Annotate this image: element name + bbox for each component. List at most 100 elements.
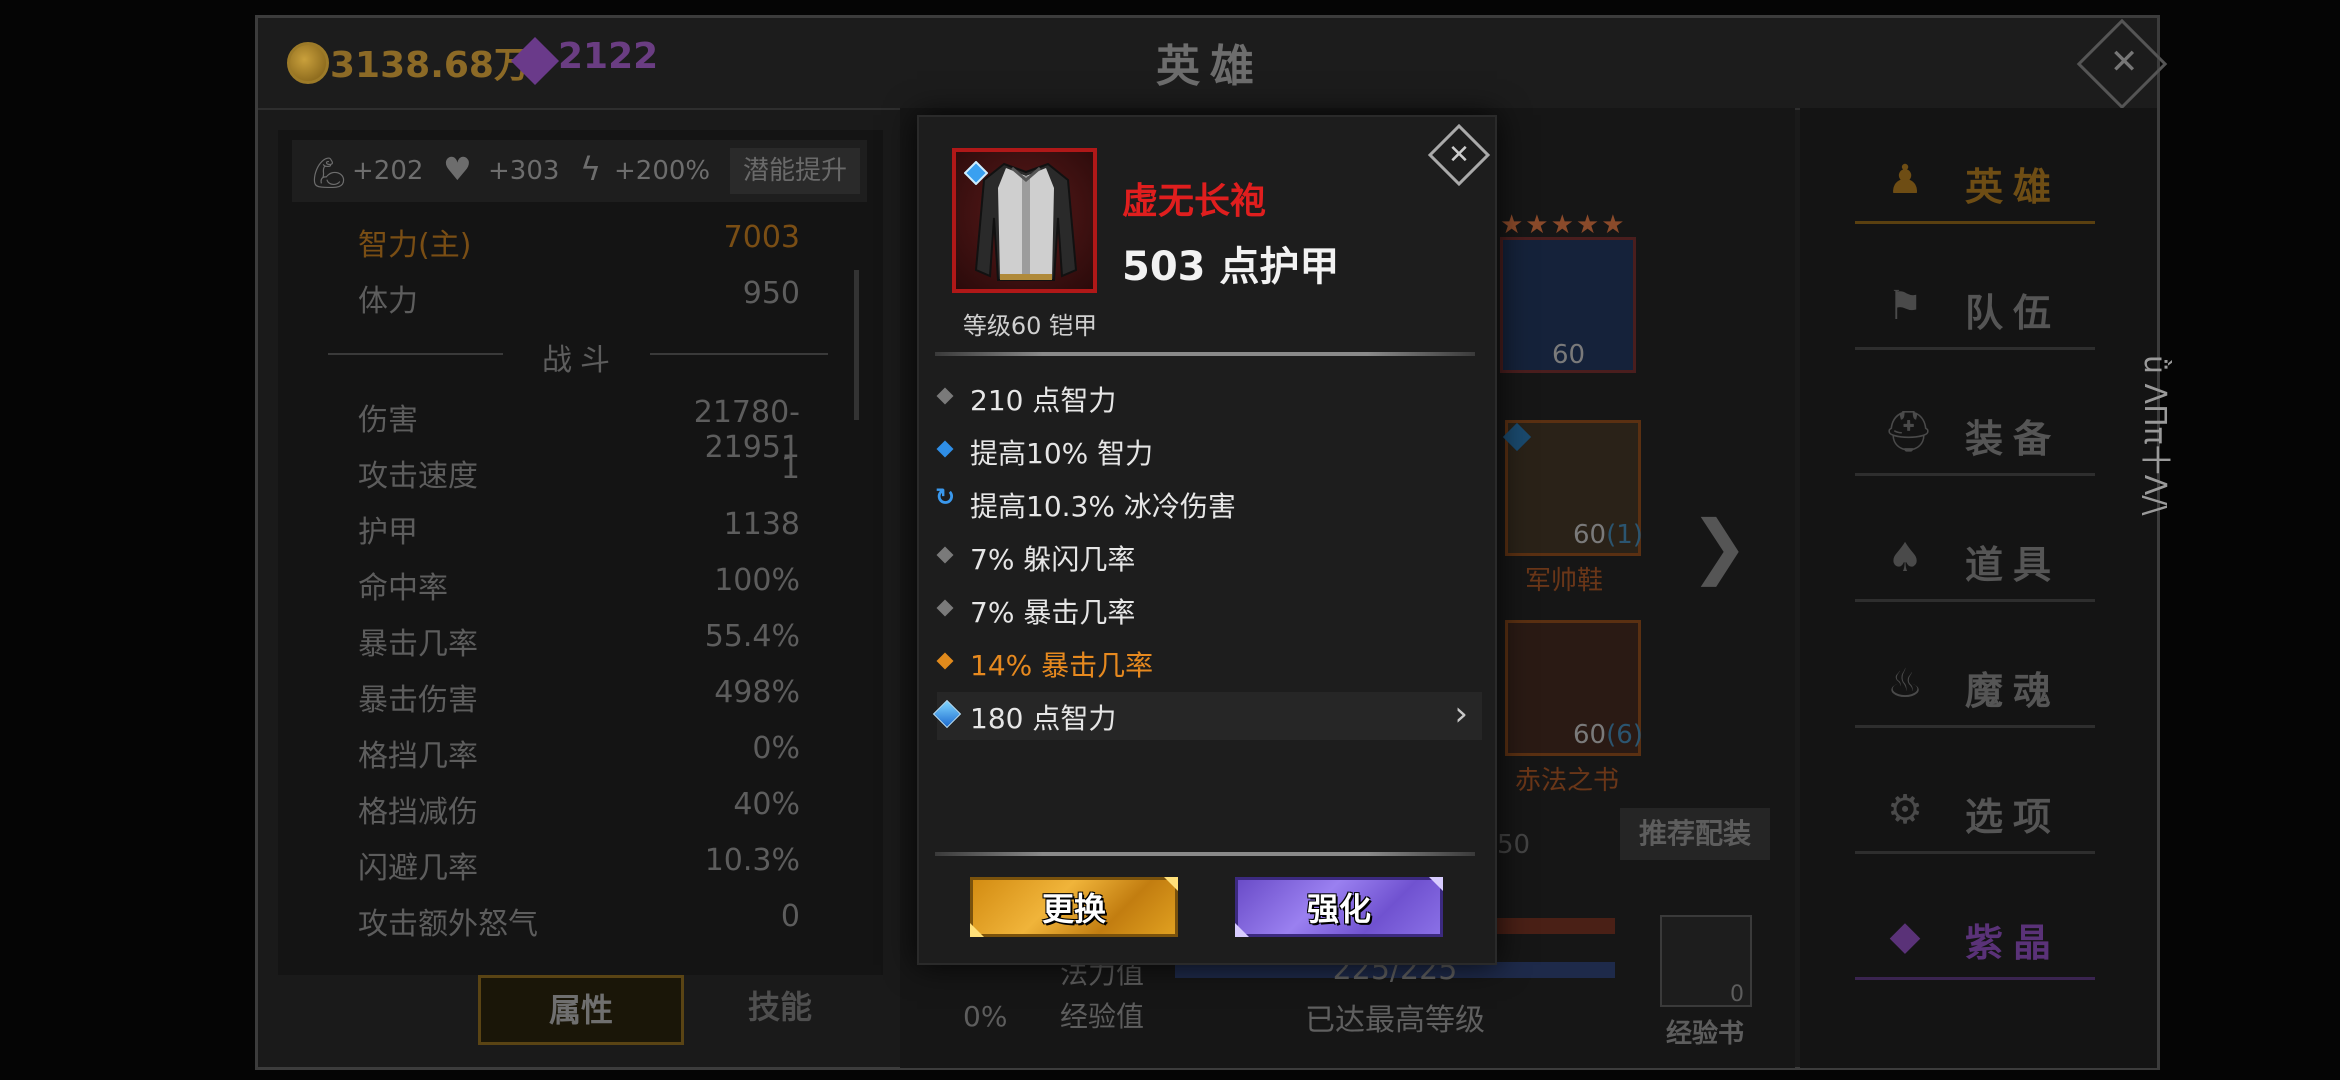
tab-skills[interactable]: 技能 bbox=[700, 975, 860, 1039]
combat-header: 战斗 bbox=[542, 343, 618, 378]
page-title: 英雄 bbox=[1156, 41, 1264, 92]
stat-label: 格挡减伤 bbox=[358, 795, 478, 830]
socket-gem-icon bbox=[963, 160, 989, 186]
boots-level-number: 60 bbox=[1573, 520, 1607, 550]
potential-upgrade-button[interactable]: 潜能提升 bbox=[730, 148, 860, 194]
affix-row: 提高10% 智力 bbox=[936, 427, 1482, 475]
nav-item-heroes[interactable]: ♟ 英雄 bbox=[1855, 140, 2095, 224]
exp-book-label: 经验书 bbox=[1665, 1019, 1744, 1049]
stat-label: 伤害 bbox=[358, 403, 418, 438]
flame-icon: ♨ bbox=[1887, 661, 1923, 707]
heart-icon: ♥ bbox=[443, 150, 472, 188]
nav-label: 魔魂 bbox=[1965, 669, 2062, 713]
nav-label: 队伍 bbox=[1965, 291, 2062, 335]
stat-value: 100% bbox=[714, 563, 800, 598]
affix-text: 7% 躲闪几率 bbox=[970, 543, 1136, 576]
nav-label: 装备 bbox=[1965, 417, 2062, 461]
nav-label: 选项 bbox=[1965, 795, 2062, 839]
socket-gem-row[interactable]: 180 点智力 › bbox=[932, 692, 1482, 740]
nav-item-team[interactable]: ⚑ 队伍 bbox=[1855, 266, 2095, 350]
affix-row: 7% 躲闪几率 bbox=[936, 533, 1482, 581]
reroll-icon: ↻ bbox=[935, 483, 956, 511]
stat-value: 7003 bbox=[723, 220, 800, 255]
nav-item-crystal[interactable]: ◆ 紫晶 bbox=[1855, 896, 2095, 980]
gold-amount: 3138.68万 bbox=[330, 45, 530, 86]
gold-coin-icon bbox=[287, 42, 329, 84]
item-level-type: 等级60 铠甲 bbox=[962, 312, 1098, 340]
exp-label: 经验值 bbox=[1060, 1000, 1145, 1033]
stat-label: 暴击伤害 bbox=[358, 683, 478, 718]
stats-scrollbar[interactable] bbox=[854, 270, 859, 420]
stat-value: 498% bbox=[714, 675, 800, 710]
nav-label: 英雄 bbox=[1965, 165, 2062, 209]
strength-bonus: +202 bbox=[352, 156, 424, 186]
close-icon: ✕ bbox=[2109, 41, 2139, 82]
stat-value: 55.4% bbox=[704, 619, 800, 654]
close-icon: ✕ bbox=[1448, 140, 1470, 170]
side-rotated-text: ǜ ΛΠπ十Λ/\ bbox=[2137, 355, 2172, 516]
star-rating: ★★★★★ bbox=[1500, 210, 1627, 240]
gem-amount: 2122 bbox=[558, 36, 659, 77]
stat-label: 护甲 bbox=[358, 515, 418, 550]
health-bonus: +303 bbox=[488, 156, 560, 186]
divider bbox=[328, 353, 503, 355]
stat-value: 10.3% bbox=[704, 843, 800, 878]
boots-sockets: (1) bbox=[1606, 520, 1643, 550]
affix-text: 7% 暴击几率 bbox=[970, 596, 1136, 629]
item-name: 虚无长袍 bbox=[1122, 181, 1267, 222]
strength-arm-icon: 💪︎ bbox=[310, 156, 349, 191]
replace-button[interactable]: 更换 bbox=[970, 877, 1178, 937]
affix-text: 提高10.3% 冰冷伤害 bbox=[970, 490, 1236, 523]
item-armor: 503 点护甲 bbox=[1122, 244, 1340, 290]
divider bbox=[935, 352, 1475, 356]
stat-label: 智力(主) bbox=[358, 228, 472, 263]
lightning-icon: ϟ bbox=[580, 150, 602, 188]
exp-book-count: 0 bbox=[1730, 982, 1744, 1007]
replace-label: 更换 bbox=[1041, 890, 1106, 928]
stat-label: 格挡几率 bbox=[358, 739, 478, 774]
bag-icon: ♠ bbox=[1887, 535, 1923, 581]
next-arrow-icon[interactable]: ❯ bbox=[1690, 505, 1749, 587]
partial-number: 50 bbox=[1497, 830, 1531, 860]
boots-name: 军帅鞋 bbox=[1525, 566, 1604, 596]
orange-diamond-icon bbox=[936, 652, 954, 670]
energy-bonus: +200% bbox=[614, 156, 711, 186]
gray-diamond-icon bbox=[936, 546, 954, 564]
affix-row: 210 点智力 bbox=[936, 374, 1482, 422]
nav-item-soul[interactable]: ♨ 魔魂 bbox=[1855, 644, 2095, 728]
chevron-right-icon: › bbox=[1454, 694, 1468, 734]
gray-diamond-icon bbox=[936, 599, 954, 617]
stat-label: 体力 bbox=[358, 284, 418, 319]
stat-value: 1 bbox=[780, 451, 800, 486]
affix-text: 14% 暴击几率 bbox=[970, 649, 1154, 682]
enhance-button[interactable]: 强化 bbox=[1235, 877, 1443, 937]
helmet-icon: ⛑ bbox=[1883, 409, 1934, 455]
crystal-icon: ◆ bbox=[1889, 913, 1921, 959]
nav-item-options[interactable]: ⚙ 选项 bbox=[1855, 770, 2095, 854]
flag-icon: ⚑ bbox=[1887, 283, 1923, 329]
blue-diamond-icon bbox=[936, 440, 954, 458]
stat-label: 攻击额外怒气 bbox=[358, 907, 538, 942]
heroes-icon: ♟ bbox=[1887, 157, 1923, 203]
stat-value: 950 bbox=[742, 276, 800, 311]
nav-item-items[interactable]: ♠ 道具 bbox=[1855, 518, 2095, 602]
nav-label: 紫晶 bbox=[1965, 921, 2062, 965]
affix-text: 提高10% 智力 bbox=[970, 437, 1154, 470]
nav-label: 道具 bbox=[1965, 543, 2062, 587]
dragon-level: 60 bbox=[1552, 340, 1586, 370]
gear-icon: ⚙ bbox=[1887, 787, 1923, 833]
divider bbox=[935, 852, 1475, 856]
affix-row-legendary: 14% 暴击几率 bbox=[936, 639, 1482, 687]
nav-item-equipment[interactable]: ⛑ 装备 bbox=[1855, 392, 2095, 476]
stat-label: 命中率 bbox=[358, 571, 448, 606]
stat-label: 暴击几率 bbox=[358, 627, 478, 662]
affix-row: ↻ 提高10.3% 冰冷伤害 bbox=[935, 480, 1482, 528]
stat-label: 攻击速度 bbox=[358, 459, 478, 494]
stat-value: 40% bbox=[733, 787, 800, 822]
affix-text: 210 点智力 bbox=[970, 384, 1117, 417]
tab-attributes[interactable]: 属性 bbox=[478, 975, 684, 1045]
stat-value: 0 bbox=[780, 899, 800, 934]
enhance-label: 强化 bbox=[1306, 890, 1371, 928]
recommend-loadout-button[interactable]: 推荐配装 bbox=[1620, 808, 1770, 860]
exp-value: 已达最高等级 bbox=[1305, 1003, 1485, 1038]
